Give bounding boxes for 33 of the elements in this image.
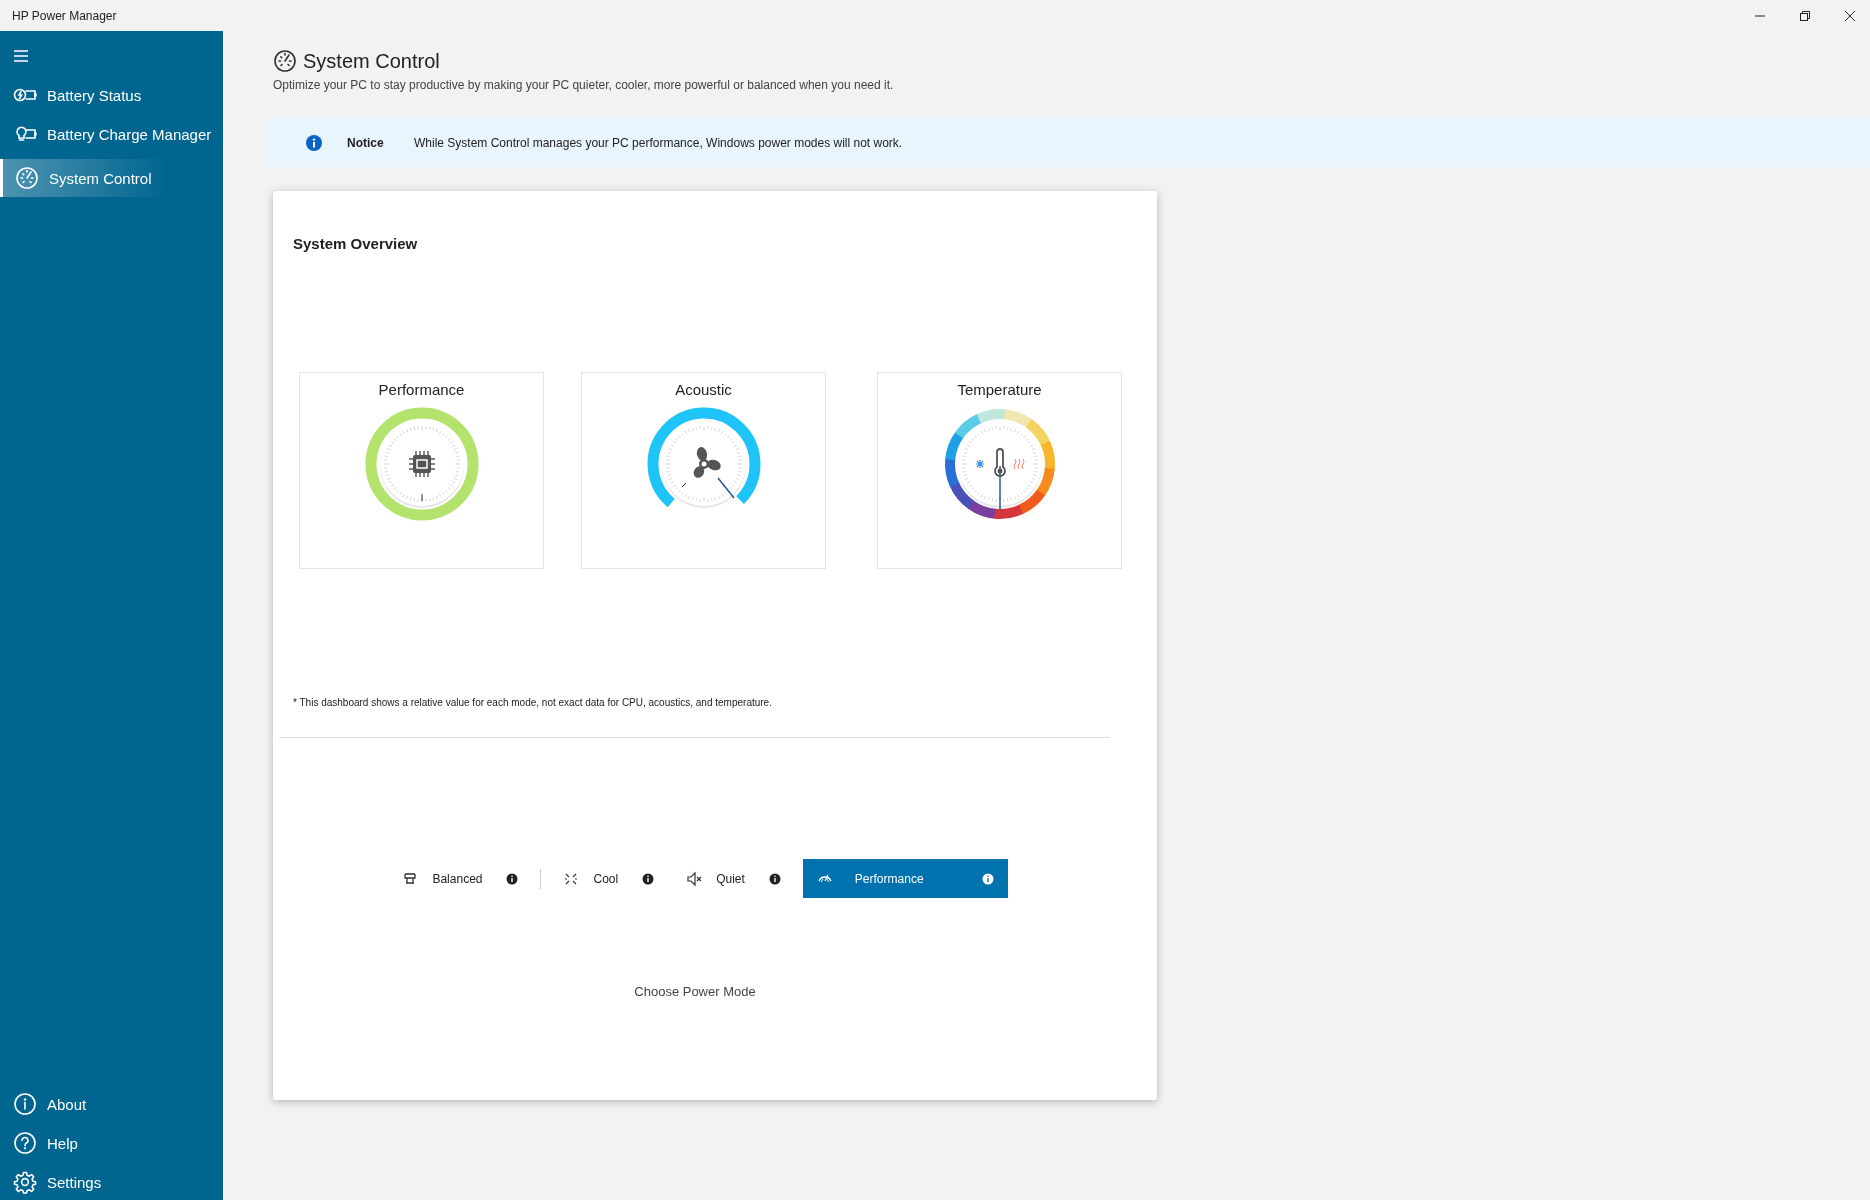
footnote: * This dashboard shows a relative value for each mode, not exact data for CPU, acoustics, and temperature. [293,697,773,708]
mode-caption: Choose Power Mode [633,984,757,999]
mode-button[interactable]: Balanced [392,859,529,898]
gauge-icon [273,49,297,73]
info-icon[interactable] [642,872,655,885]
page-subtitle: Optimize your PC to stay productive by making your PC quieter, cooler, more powerful or balanced when you need it. [273,78,895,92]
notice-label: Notice [347,135,385,150]
mode-button[interactable]: Cool [553,859,665,898]
gauge-label: Temperature [957,381,1042,398]
muted-speaker-icon [686,870,703,887]
close-button[interactable] [1844,9,1856,22]
info-icon[interactable] [768,872,781,885]
help-icon [13,1131,37,1155]
nav-item[interactable]: About [0,1090,223,1118]
section-title: System Overview [293,235,419,252]
gauge-icon [15,166,39,190]
window-title: HP Power Manager [12,8,117,23]
nav-item[interactable]: Help [0,1129,223,1157]
mode-button[interactable]: Performance [802,859,1008,898]
info-icon[interactable] [506,872,519,885]
menu-icon[interactable] [13,49,29,63]
nav-item[interactable]: Battery Charge Manager [0,120,223,148]
restore-button[interactable] [1799,9,1811,22]
page-title: System Control [303,49,440,73]
mode-button[interactable]: Quiet [676,859,791,898]
info-icon [306,134,322,151]
info-icon [13,1092,37,1116]
nav-item[interactable]: Settings [0,1168,223,1196]
notice-text: While System Control manages your PC performance, Windows power modes will not work. [414,135,903,150]
gauge-label: Performance [378,381,465,398]
settings-icon [13,1170,37,1194]
gauge-label: Acoustic [675,381,732,398]
nav-item[interactable]: Battery Status [0,81,223,109]
